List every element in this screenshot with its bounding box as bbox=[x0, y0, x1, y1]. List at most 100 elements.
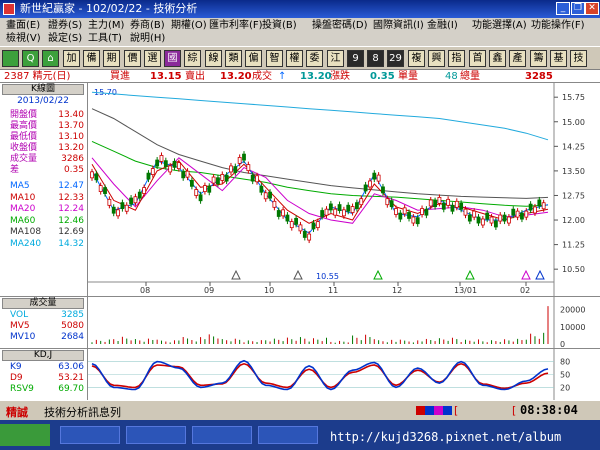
candle-body bbox=[350, 206, 355, 213]
volume-chart[interactable]: 20000 10000 0 bbox=[88, 296, 600, 349]
price-chart[interactable]: 15.75 15.00 14.25 13.50 12.75 12.00 11.25 10.50… bbox=[88, 83, 600, 296]
candle-body bbox=[454, 200, 459, 208]
candle-body bbox=[372, 172, 377, 180]
menu-item-0[interactable]: 畫面(E) bbox=[6, 19, 40, 32]
candle-body bbox=[485, 212, 490, 220]
volume-label-1: MV5 bbox=[10, 321, 30, 331]
menu-item-row2-3[interactable]: 說明(H) bbox=[130, 32, 165, 45]
candle-body bbox=[307, 233, 312, 241]
close-button[interactable]: ✕ bbox=[585, 2, 599, 15]
minimize-button[interactable]: _ bbox=[556, 2, 570, 15]
time-tick-label: 13/01 bbox=[454, 286, 477, 295]
toolbar-button-16[interactable]: 9 bbox=[347, 50, 364, 67]
toolbar-button-23[interactable]: 鑫 bbox=[489, 50, 506, 67]
candle-body bbox=[398, 212, 403, 220]
time-tick-label: 10 bbox=[264, 286, 274, 295]
signal-triangle-icon bbox=[521, 269, 531, 280]
restore-button[interactable]: ❐ bbox=[571, 2, 585, 15]
candle-body bbox=[211, 176, 216, 184]
candle-body bbox=[541, 202, 546, 210]
sell-label: 賣出 bbox=[185, 71, 205, 82]
sell-value: 13.20 bbox=[220, 71, 252, 82]
kd-value-0: 63.06 bbox=[58, 362, 84, 372]
menu-item-11[interactable]: 功能操作(F) bbox=[531, 19, 585, 32]
menu-item-1[interactable]: 證券(S) bbox=[48, 19, 82, 32]
kd-chart[interactable]: 80 50 20 bbox=[88, 348, 600, 400]
candle-body bbox=[124, 204, 129, 212]
kd-panel: KD,J K9 63.06 D9 53.21 RSV9 69.70 bbox=[0, 348, 88, 400]
toolbar-button-9[interactable]: 線 bbox=[205, 50, 222, 67]
menu-item-10[interactable]: 功能選擇(A) bbox=[472, 19, 527, 32]
menu-item-row2-1[interactable]: 設定(S) bbox=[48, 32, 82, 45]
candle-body bbox=[189, 179, 194, 187]
toolbar-button-27[interactable]: 技 bbox=[570, 50, 587, 67]
menu-item-6[interactable]: 投資(B) bbox=[262, 19, 297, 32]
status-message: 技術分析訊息列 bbox=[44, 406, 121, 419]
total-value: 48 bbox=[445, 71, 458, 82]
volume-panel-title[interactable]: 成交量 bbox=[2, 298, 84, 309]
price-tick-label: 15.00 bbox=[562, 118, 585, 127]
menu-item-5[interactable]: 匯市利率(F) bbox=[209, 19, 263, 32]
kd-value-1: 53.21 bbox=[58, 373, 84, 383]
menu-item-row2-0[interactable]: 檢視(V) bbox=[6, 32, 41, 45]
time-tick-label: 12 bbox=[392, 286, 402, 295]
taskbar-item[interactable] bbox=[126, 426, 186, 444]
menu-item-row2-2[interactable]: 工具(T) bbox=[88, 32, 122, 45]
quote-panel: K線圖 2013/02/22 開盤價 13.40 最高價 13.70 最低價 13.10 收… bbox=[0, 83, 88, 296]
search-button[interactable]: Q bbox=[22, 50, 39, 67]
toolbar-button-19[interactable]: 複 bbox=[408, 50, 425, 67]
menu-item-9[interactable]: 金融(I) bbox=[427, 19, 458, 32]
price-tick-label: 10.50 bbox=[562, 265, 585, 274]
candle-body bbox=[389, 200, 394, 208]
toolbar-button-21[interactable]: 指 bbox=[448, 50, 465, 67]
toolbar-button-15[interactable]: 江 bbox=[327, 50, 344, 67]
candle-body bbox=[528, 203, 533, 211]
taskbar-item[interactable] bbox=[258, 426, 318, 444]
candle-body bbox=[524, 210, 529, 218]
buy-value: 13.15 bbox=[150, 71, 182, 82]
taskbar-item[interactable] bbox=[192, 426, 252, 444]
volume-panel: 成交量 VOL 3285 MV5 5080 MV10 2684 bbox=[0, 296, 88, 348]
toolbar-button-5[interactable]: 價 bbox=[124, 50, 141, 67]
menu-item-4[interactable]: 期權(O) bbox=[171, 19, 207, 32]
toolbar-button-10[interactable]: 類 bbox=[225, 50, 242, 67]
quote-label-4: 成交量 bbox=[10, 154, 38, 164]
home-button[interactable]: ⌂ bbox=[42, 50, 59, 67]
candle-body bbox=[172, 160, 177, 168]
quote-value-3: 13.20 bbox=[58, 143, 84, 153]
toolbar-button-20[interactable]: 興 bbox=[428, 50, 445, 67]
toolbar-button-2[interactable]: 加 bbox=[63, 50, 80, 67]
candle-body bbox=[324, 208, 329, 216]
candle-body bbox=[250, 174, 255, 182]
toolbar-button-11[interactable]: 偏 bbox=[245, 50, 262, 67]
kd-panel-title[interactable]: KD,J bbox=[2, 350, 84, 361]
kline-panel-title[interactable]: K線圖 bbox=[2, 84, 84, 95]
volume-label-0: VOL bbox=[10, 310, 29, 320]
toolbar-button-17[interactable]: 8 bbox=[367, 50, 384, 67]
toolbar-button-3[interactable]: 備 bbox=[83, 50, 100, 67]
toolbar-button-6[interactable]: 選 bbox=[144, 50, 161, 67]
total-volume: 3285 bbox=[525, 71, 553, 82]
taskbar-item[interactable] bbox=[60, 426, 120, 444]
candle-body bbox=[129, 197, 133, 205]
quote-value-0: 13.40 bbox=[58, 110, 84, 120]
toolbar-button-4[interactable]: 期 bbox=[103, 50, 120, 67]
start-button[interactable] bbox=[0, 424, 50, 446]
candle-body bbox=[237, 157, 242, 164]
toolbar-button-7[interactable]: 國 bbox=[164, 50, 181, 67]
toolbar-button-12[interactable]: 智 bbox=[266, 50, 283, 67]
menu-item-7[interactable]: 操盤密碼(D) bbox=[312, 19, 368, 32]
toolbar-button-8[interactable]: 綜 bbox=[184, 50, 201, 67]
candle-body bbox=[346, 204, 351, 212]
toolbar-button-26[interactable]: 基 bbox=[550, 50, 567, 67]
menu-item-8[interactable]: 國際資訊(I) bbox=[373, 19, 424, 32]
toolbar-button-25[interactable]: 籌 bbox=[530, 50, 547, 67]
toolbar-button-22[interactable]: 首 bbox=[469, 50, 486, 67]
toolbar-button-13[interactable]: 權 bbox=[286, 50, 303, 67]
menu-item-2[interactable]: 主力(M) bbox=[88, 19, 124, 32]
candle-body bbox=[276, 210, 281, 217]
toolbar-button-18[interactable]: 29 bbox=[387, 50, 404, 67]
toolbar-button-24[interactable]: 產 bbox=[509, 50, 526, 67]
menu-item-3[interactable]: 券商(B) bbox=[130, 19, 165, 32]
toolbar-button-14[interactable]: 委 bbox=[306, 50, 323, 67]
